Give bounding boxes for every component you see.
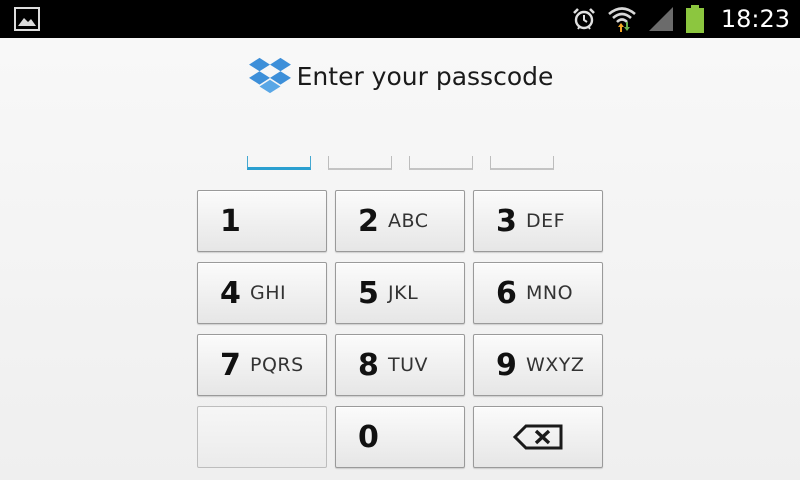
status-bar: 18:23 [0,0,800,38]
header: Enter your passcode [0,56,800,96]
backspace-icon [512,424,563,450]
key-0[interactable]: 0 [335,406,465,468]
passcode-slot-3 [409,156,473,170]
key-4[interactable]: 4 GHI [197,262,327,324]
key-1[interactable]: 1 [197,190,327,252]
clock: 18:23 [720,5,790,33]
key-2[interactable]: 2 ABC [335,190,465,252]
key-6[interactable]: 6 MNO [473,262,603,324]
key-3[interactable]: 3 DEF [473,190,603,252]
gallery-icon [14,7,40,31]
wifi-icon [607,7,636,32]
page-title: Enter your passcode [296,61,554,91]
key-9[interactable]: 9 WXYZ [473,334,603,396]
key-blank [197,406,327,468]
alarm-icon [572,8,595,30]
passcode-slots [0,156,800,174]
passcode-slot-2 [328,156,392,170]
key-8[interactable]: 8 TUV [335,334,465,396]
passcode-screen: Enter your passcode 1 2 ABC 3 DEF 4 GHI … [0,38,800,480]
passcode-slot-1 [247,156,311,170]
dropbox-logo-icon [248,57,291,94]
battery-icon [685,5,704,33]
status-icons: 18:23 [571,0,790,38]
key-7[interactable]: 7 PQRS [197,334,327,396]
signal-icon [648,7,673,31]
key-5[interactable]: 5 JKL [335,262,465,324]
passcode-slot-4 [490,156,554,170]
backspace-button[interactable] [473,406,603,468]
